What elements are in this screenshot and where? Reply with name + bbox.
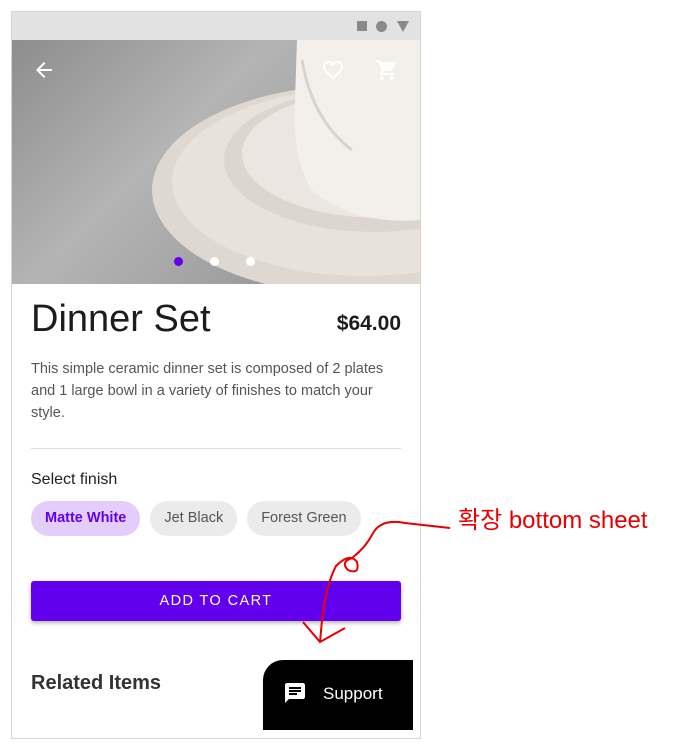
support-bottom-sheet[interactable]: Support — [263, 660, 413, 730]
finish-chips: Matte White Jet Black Forest Green — [31, 501, 401, 536]
heart-outline-icon[interactable] — [320, 58, 346, 82]
square-nav-icon — [357, 21, 367, 31]
chip-jet-black[interactable]: Jet Black — [150, 501, 238, 536]
product-price: $64.00 — [336, 312, 401, 335]
chat-message-icon — [285, 683, 305, 703]
arrow-back-icon[interactable] — [32, 58, 56, 82]
support-label: Support — [323, 684, 383, 703]
product-details: Dinner Set $64.00 This simple ceramic di… — [12, 284, 420, 695]
phone-frame: Dinner Set $64.00 This simple ceramic di… — [11, 11, 421, 739]
chip-forest-green[interactable]: Forest Green — [247, 501, 361, 536]
product-image-carousel[interactable] — [12, 40, 420, 284]
carousel-dot[interactable] — [210, 257, 219, 266]
carousel-dot[interactable] — [246, 257, 255, 266]
carousel-dot-active[interactable] — [174, 257, 183, 266]
shopping-cart-icon[interactable] — [374, 58, 400, 82]
divider — [31, 448, 401, 449]
circle-nav-icon — [376, 21, 387, 32]
finish-label: Select finish — [31, 471, 118, 488]
chip-matte-white[interactable]: Matte White — [31, 501, 141, 536]
product-title: Dinner Set — [31, 298, 211, 340]
carousel-indicator — [174, 257, 255, 266]
add-to-cart-button[interactable]: ADD TO CART — [31, 581, 401, 621]
product-description: This simple ceramic dinner set is compos… — [31, 361, 384, 421]
title-row: Dinner Set $64.00 — [31, 284, 401, 356]
triangle-nav-icon — [397, 21, 409, 32]
annotation-label: 확장 bottom sheet — [458, 507, 648, 534]
status-bar — [12, 12, 420, 40]
dinner-set-image — [152, 40, 420, 284]
